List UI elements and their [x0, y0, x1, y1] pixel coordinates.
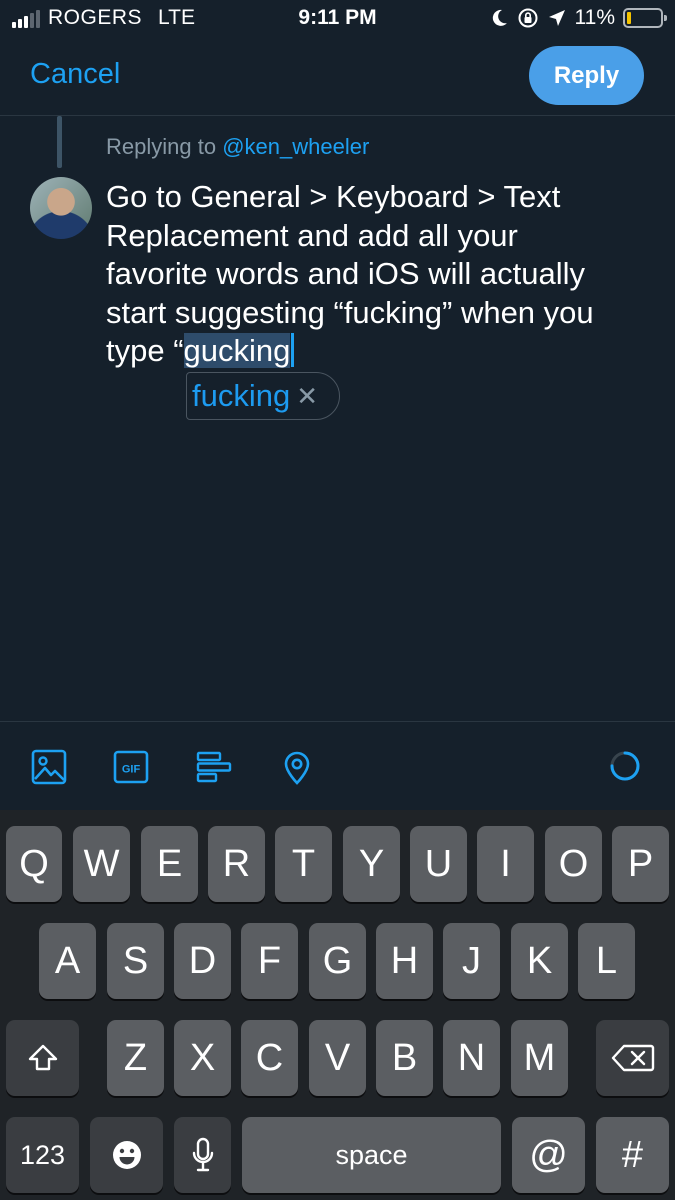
emoji-icon [112, 1141, 141, 1169]
key-y[interactable]: Y [343, 826, 400, 902]
text-line: Replacement and add all your [106, 217, 518, 253]
rotation-lock-icon [518, 8, 538, 28]
hash-key-label: # [621, 1133, 644, 1176]
tweet-text-input[interactable]: Go to General > Keyboard > Text Replacem… [106, 178, 651, 371]
autocorrect-dismiss-icon[interactable]: ✕ [296, 381, 318, 412]
key-z[interactable]: Z [107, 1020, 164, 1096]
replying-to-label: Replying to @ken_wheeler [106, 134, 369, 160]
last-line-prefix: type “ [106, 333, 184, 368]
key-t[interactable]: T [275, 826, 332, 902]
thread-connector-line [57, 116, 62, 168]
cancel-button[interactable]: Cancel [30, 58, 120, 91]
at-key[interactable]: @ [512, 1117, 585, 1193]
key-r[interactable]: R [208, 826, 265, 902]
replying-prefix: Replying to [106, 134, 217, 159]
key-l[interactable]: L [578, 923, 635, 999]
key-p[interactable]: P [612, 826, 669, 902]
emoji-key[interactable] [90, 1117, 163, 1193]
key-c[interactable]: C [241, 1020, 298, 1096]
reply-button[interactable]: Reply [529, 46, 644, 105]
key-a[interactable]: A [39, 923, 96, 999]
text-line: favorite words and iOS will actually [106, 256, 585, 291]
key-k[interactable]: K [511, 923, 568, 999]
key-s[interactable]: S [107, 923, 164, 999]
dictation-key[interactable] [174, 1117, 231, 1193]
gif-icon[interactable]: GIF [112, 748, 150, 786]
text-line-last: type “gucking [106, 332, 651, 371]
key-o[interactable]: O [545, 826, 602, 902]
key-g[interactable]: G [309, 923, 366, 999]
key-b[interactable]: B [376, 1020, 433, 1096]
location-icon[interactable] [278, 748, 316, 786]
microphone-icon [192, 1137, 213, 1172]
key-e[interactable]: E [141, 826, 198, 902]
battery-level-fill [627, 12, 631, 24]
moon-icon [492, 9, 507, 26]
hash-key[interactable]: # [596, 1117, 669, 1193]
text-caret [291, 333, 295, 367]
backspace-icon [611, 1044, 654, 1072]
battery-icon [623, 8, 667, 28]
backspace-key[interactable] [596, 1020, 669, 1096]
location-arrow-icon [548, 10, 565, 26]
poll-icon[interactable] [195, 748, 233, 786]
replying-handle-link[interactable]: @ken_wheeler [222, 134, 369, 159]
key-n[interactable]: N [443, 1020, 500, 1096]
key-v[interactable]: V [309, 1020, 366, 1096]
key-i[interactable]: I [477, 826, 534, 902]
battery-percent: 11% [574, 6, 615, 29]
key-q[interactable]: Q [6, 826, 62, 902]
numbers-key[interactable]: 123 [6, 1117, 79, 1193]
key-d[interactable]: D [174, 923, 231, 999]
header-divider [0, 115, 675, 116]
key-j[interactable]: J [443, 923, 500, 999]
autocorrect-bubble[interactable]: fucking ✕ [186, 372, 340, 420]
shift-icon [28, 1044, 57, 1071]
text-line: start suggesting “fucking” when you [106, 294, 594, 330]
autocorrect-suggestion[interactable]: fucking [192, 378, 290, 414]
character-count-ring-icon [610, 751, 640, 781]
key-w[interactable]: W [73, 826, 130, 902]
status-bar: ROGERS LTE 9:11 PM 11% [0, 0, 675, 38]
numbers-key-label: 123 [19, 1139, 66, 1170]
gif-label: GIF [122, 764, 141, 776]
space-key-label: space [335, 1139, 408, 1170]
at-key-label: @ [529, 1133, 568, 1176]
shift-key[interactable] [6, 1020, 79, 1096]
space-key[interactable]: space [242, 1117, 501, 1193]
text-line: Go to General > Keyboard > Text [106, 179, 561, 214]
key-h[interactable]: H [376, 923, 433, 999]
status-right: 11% [489, 6, 667, 30]
toolbar-divider [0, 721, 675, 722]
keyboard: Q W E R T Y U I O P A S D F G H J K L Z … [0, 810, 675, 1200]
avatar[interactable] [30, 177, 92, 239]
key-u[interactable]: U [410, 826, 467, 902]
image-icon[interactable] [30, 748, 68, 786]
key-x[interactable]: X [174, 1020, 231, 1096]
misspelled-word-selection[interactable]: gucking [183, 333, 291, 368]
key-m[interactable]: M [511, 1020, 568, 1096]
key-f[interactable]: F [241, 923, 298, 999]
